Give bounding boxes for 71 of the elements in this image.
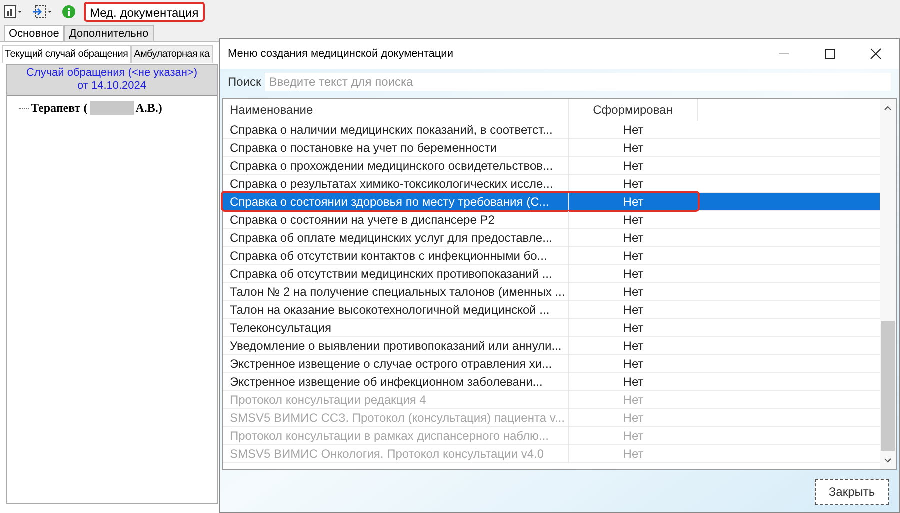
table-cell: Справка о прохождении медицинского освидетельствов...: [223, 157, 569, 174]
table-cell-text: Нет: [622, 140, 645, 156]
scrollbar[interactable]: [880, 99, 896, 469]
table-row[interactable]: Справка о наличии медицинских показаний, в соответст... Нет: [223, 121, 880, 139]
table-cell-text: Нет: [622, 446, 645, 462]
info-icon[interactable]: [62, 5, 76, 19]
column-header[interactable]: Наименование: [223, 99, 569, 121]
table-cell-text: Нет: [622, 428, 645, 444]
tree-node-label[interactable]: Терапевт (: [31, 99, 88, 117]
table-row[interactable]: Талон на оказание высокотехнологичной медицинской ... Нет: [223, 301, 880, 319]
tab[interactable]: Амбулаторная ка: [131, 45, 213, 63]
table-cell-text: Нет: [622, 356, 645, 372]
table-cell-text: Нет: [622, 158, 645, 174]
table-cell: Справка о результатах химико-токсикологических иссле...: [223, 175, 569, 192]
table-row[interactable]: Талон № 2 на получение специальных талонов (именных ... Нет: [223, 283, 880, 301]
table-row[interactable]: Справка об оплате медицинских услуг для предоставле... Нет: [223, 229, 880, 247]
table-row[interactable]: Справка об отсутствии медицинских противопоказаний ... Нет: [223, 265, 880, 283]
table-cell-text: Нет: [622, 122, 645, 138]
table-row[interactable]: Справка о состоянии здоровья по месту требования (С... Нет: [223, 193, 880, 211]
table-cell-text: Нет: [622, 338, 645, 354]
table-cell: Экстренное извещение об инфекционном заболевани...: [223, 373, 569, 390]
table-cell: Справка о состоянии на учете в диспансере Р2: [223, 211, 569, 228]
table-cell: Справка о постановке на учет по беременности: [223, 139, 569, 156]
table-cell: Протокол консультации в рамках диспансерного наблю...: [223, 427, 569, 444]
close-button[interactable]: Закрыть: [815, 479, 889, 505]
table-cell: Уведомление о выявлении противопоказаний или аннули...: [223, 337, 569, 354]
tree-node-label[interactable]: А.В.): [136, 99, 162, 117]
column-header[interactable]: Сформирован: [569, 99, 698, 121]
table-cell: SMSV5 ВИМИС ССЗ. Протокол (консультация) пациента v...: [223, 409, 569, 426]
table-cell: SMSV5 ВИМИС Онкология. Протокол консультации v4.0: [223, 445, 569, 462]
table-row[interactable]: Справка о прохождении медицинского освидетельствов... Нет: [223, 157, 880, 175]
table-cell: Справка о состоянии здоровья по месту требования (С...: [223, 193, 569, 210]
table-cell-text: Нет: [622, 230, 645, 246]
table-row[interactable]: Телеконсультация Нет: [223, 319, 880, 337]
tab[interactable]: Основное: [4, 25, 64, 41]
table-cell-text: Нет: [622, 194, 645, 210]
table-cell-text: Нет: [622, 320, 645, 336]
table-row[interactable]: Справка о постановке на учет по беременности Нет: [223, 139, 880, 157]
scrollbar-thumb[interactable]: [881, 321, 895, 451]
search-field[interactable]: Введите текст для поиска: [265, 73, 891, 91]
table-cell: Справка об отсутствии контактов с инфекционными бо...: [223, 247, 569, 264]
table-cell: Справка об отсутствии медицинских противопоказаний ...: [223, 265, 569, 282]
search-label: Поиск: [228, 74, 262, 91]
table-cell-text: Нет: [622, 176, 645, 192]
table-row[interactable]: Экстренное извещение о случае острого отравления хи... Нет: [223, 355, 880, 373]
case-header: Случай обращения (<не указан>) от 14.10.2024: [7, 65, 217, 96]
table-row[interactable]: Справка о состоянии на учете в диспансере Р2 Нет: [223, 211, 880, 229]
table-cell: Экстренное извещение о случае острого отравления хи...: [223, 355, 569, 372]
table-cell: Протокол консультации редакция 4: [223, 391, 569, 408]
table-cell: Талон № 2 на получение специальных талонов (именных ...: [223, 283, 569, 300]
table-cell-text: Нет: [622, 374, 645, 390]
table-row[interactable]: Справка об отсутствии контактов с инфекционными бо... Нет: [223, 247, 880, 265]
window-title: Меню создания медицинской документации: [228, 46, 454, 62]
table-cell-text: Нет: [622, 212, 645, 228]
table-cell: Талон на оказание высокотехнологичной медицинской ...: [223, 301, 569, 318]
table-cell-text: Нет: [622, 266, 645, 282]
table-cell: Справка об оплате медицинских услуг для предоставле...: [223, 229, 569, 246]
table-cell-text: Нет: [622, 302, 645, 318]
table-cell-text: Нет: [622, 284, 645, 300]
table-cell: Телеконсультация: [223, 319, 569, 336]
med-docs-button[interactable]: Мед. документация: [84, 2, 205, 22]
table-cell-text: Нет: [622, 392, 645, 408]
table-cell-text: Нет: [622, 410, 645, 426]
table-row[interactable]: Уведомление о выявлении противопоказаний или аннули... Нет: [223, 337, 880, 355]
tab[interactable]: Текущий случай обращения: [2, 45, 132, 63]
table-cell: Справка о наличии медицинских показаний, в соответст...: [223, 121, 569, 138]
tab[interactable]: Дополнительно: [64, 25, 154, 41]
report-icon[interactable]: [4, 5, 24, 19]
import-icon[interactable]: [32, 5, 54, 19]
table-row[interactable]: Экстренное извещение об инфекционном заболевани... Нет: [223, 373, 880, 391]
table-cell-text: Нет: [622, 248, 645, 264]
